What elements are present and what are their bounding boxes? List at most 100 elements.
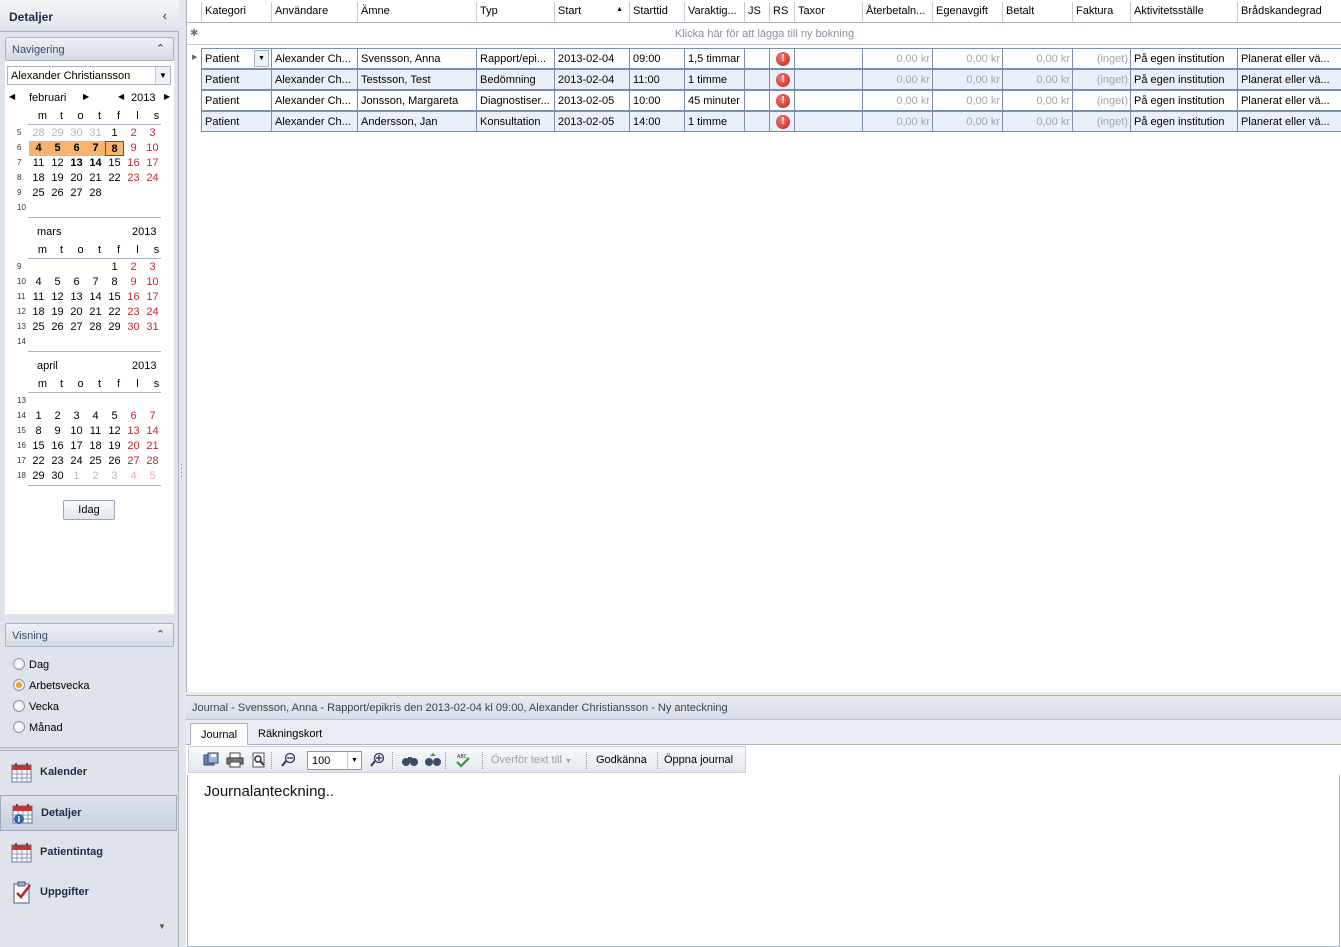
day-cell[interactable]: 7 xyxy=(143,409,162,424)
nav-button-kalender[interactable]: Kalender xyxy=(0,755,177,791)
table-cell-js[interactable] xyxy=(744,48,769,69)
column-header[interactable]: Kategori xyxy=(201,2,271,23)
day-cell[interactable]: 11 xyxy=(29,156,48,171)
radio-icon[interactable] xyxy=(13,700,25,712)
day-cell[interactable]: 2 xyxy=(124,260,143,275)
radio-icon[interactable] xyxy=(13,679,25,691)
table-cell-typ[interactable]: Diagnostiser... xyxy=(476,90,554,111)
table-cell-rs[interactable]: ! xyxy=(769,48,794,69)
journal-text[interactable]: Journalanteckning.. xyxy=(204,783,334,800)
table-cell-rs[interactable]: ! xyxy=(769,90,794,111)
day-cell[interactable]: 16 xyxy=(48,439,67,454)
chevron-down-icon[interactable]: ▼ xyxy=(254,50,269,67)
day-cell[interactable]: 5 xyxy=(48,141,67,156)
day-cell[interactable]: 30 xyxy=(48,469,67,484)
day-cell[interactable]: 17 xyxy=(143,290,162,305)
table-cell-bradskandegrad[interactable]: Planerat eller vä... xyxy=(1237,90,1341,111)
column-header[interactable]: Betalt xyxy=(1002,2,1072,23)
table-cell-faktura[interactable]: (inget) xyxy=(1072,111,1130,132)
table-cell-bradskandegrad[interactable]: Planerat eller vä... xyxy=(1237,69,1341,90)
day-cell[interactable]: 17 xyxy=(67,439,86,454)
tab-rakningskort[interactable]: Räkningskort xyxy=(248,723,332,745)
column-header[interactable]: Aktivitetsställe xyxy=(1130,2,1237,23)
table-cell-start[interactable]: 2013-02-05 xyxy=(554,111,629,132)
day-cell[interactable]: 28 xyxy=(29,126,48,141)
day-cell[interactable]: 18 xyxy=(29,171,48,186)
table-cell-typ[interactable]: Rapport/epi... xyxy=(476,48,554,69)
nav-button-patientintag[interactable]: Patientintag xyxy=(0,835,177,871)
radio-icon[interactable] xyxy=(13,721,25,733)
navigation-group-header[interactable]: Navigering ⌃ xyxy=(5,37,174,61)
approve-button[interactable]: Godkänna xyxy=(596,754,647,766)
table-cell-bradskandegrad[interactable]: Planerat eller vä... xyxy=(1237,48,1341,69)
day-cell[interactable]: 23 xyxy=(124,305,143,320)
table-cell-betalt[interactable]: 0,00 kr xyxy=(1002,90,1072,111)
day-cell[interactable]: 10 xyxy=(143,141,162,156)
splitter[interactable]: · · · · xyxy=(179,0,186,947)
print-icon[interactable] xyxy=(226,752,244,768)
table-cell-kategori[interactable]: Patient xyxy=(201,69,271,90)
journal-editor[interactable]: Journalanteckning.. xyxy=(187,775,1340,947)
table-cell-taxor[interactable] xyxy=(794,111,862,132)
column-header[interactable]: Varaktig... xyxy=(684,2,744,23)
day-cell[interactable]: 5 xyxy=(48,275,67,290)
chevron-up-icon[interactable]: ⌃ xyxy=(156,628,165,641)
collapse-left-icon[interactable]: ‹ xyxy=(163,8,167,23)
day-cell[interactable]: 9 xyxy=(124,275,143,290)
day-cell[interactable]: 29 xyxy=(29,469,48,484)
day-cell[interactable]: 9 xyxy=(124,141,143,156)
transfer-text-dropdown[interactable]: Överför text till ▼ xyxy=(491,754,572,766)
table-cell-starttid[interactable]: 09:00 xyxy=(629,48,684,69)
day-cell[interactable]: 17 xyxy=(143,156,162,171)
table-cell-taxor[interactable] xyxy=(794,48,862,69)
day-cell[interactable]: 6 xyxy=(124,409,143,424)
column-header[interactable]: Användare xyxy=(271,2,357,23)
day-cell[interactable]: 6 xyxy=(67,141,86,156)
day-cell[interactable]: 2 xyxy=(48,409,67,424)
day-cell[interactable]: 14 xyxy=(86,156,105,171)
day-cell[interactable]: 1 xyxy=(105,260,124,275)
day-cell[interactable]: 20 xyxy=(67,171,86,186)
zoom-out-icon[interactable] xyxy=(280,752,298,768)
table-row[interactable]: Patient Alexander Ch... Andersson, Jan Kons… xyxy=(187,111,1341,132)
day-cell[interactable]: 15 xyxy=(105,290,124,305)
spell-check-icon[interactable]: ABC xyxy=(454,752,472,768)
table-cell-amne[interactable]: Svensson, Anna xyxy=(357,48,476,69)
table-cell-typ[interactable]: Konsultation xyxy=(476,111,554,132)
day-cell[interactable]: 3 xyxy=(105,469,124,484)
day-cell[interactable]: 18 xyxy=(86,439,105,454)
table-cell-aterbetalning[interactable]: 0,00 kr xyxy=(862,111,932,132)
day-cell[interactable]: 30 xyxy=(67,126,86,141)
zoom-select[interactable]: 100 ▼ xyxy=(307,751,362,770)
new-booking-row[interactable]: ✱ Klicka här för att lägga till ny bokni… xyxy=(187,24,1341,45)
table-cell-starttid[interactable]: 14:00 xyxy=(629,111,684,132)
table-cell-js[interactable] xyxy=(744,90,769,111)
day-cell[interactable]: 2 xyxy=(124,126,143,141)
column-header[interactable]: Starttid xyxy=(629,2,684,23)
table-cell-rs[interactable]: ! xyxy=(769,111,794,132)
day-cell[interactable]: 12 xyxy=(105,424,124,439)
day-cell[interactable]: 29 xyxy=(48,126,67,141)
day-cell[interactable]: 8 xyxy=(29,424,48,439)
table-cell-rs[interactable]: ! xyxy=(769,69,794,90)
day-cell[interactable]: 30 xyxy=(124,320,143,335)
table-cell-js[interactable] xyxy=(744,69,769,90)
day-cell[interactable]: 22 xyxy=(29,454,48,469)
table-cell-faktura[interactable]: (inget) xyxy=(1072,90,1130,111)
tab-journal[interactable]: Journal xyxy=(190,723,249,745)
prev-month-icon[interactable]: ◀ xyxy=(9,92,15,101)
column-header[interactable]: Faktura xyxy=(1072,2,1130,23)
day-cell[interactable]: 3 xyxy=(143,126,162,141)
day-cell[interactable]: 26 xyxy=(48,320,67,335)
table-cell-bradskandegrad[interactable]: Planerat eller vä... xyxy=(1237,111,1341,132)
column-header[interactable]: Start ▲ xyxy=(554,2,629,23)
day-cell[interactable]: 14 xyxy=(86,290,105,305)
day-cell[interactable]: 4 xyxy=(29,275,48,290)
table-cell-typ[interactable]: Bedömning xyxy=(476,69,554,90)
day-cell[interactable]: 4 xyxy=(86,409,105,424)
column-header[interactable]: JS xyxy=(744,2,769,23)
day-cell[interactable]: 1 xyxy=(105,126,124,141)
table-cell-taxor[interactable] xyxy=(794,69,862,90)
day-cell[interactable]: 19 xyxy=(105,439,124,454)
column-header[interactable]: RS xyxy=(769,2,794,23)
